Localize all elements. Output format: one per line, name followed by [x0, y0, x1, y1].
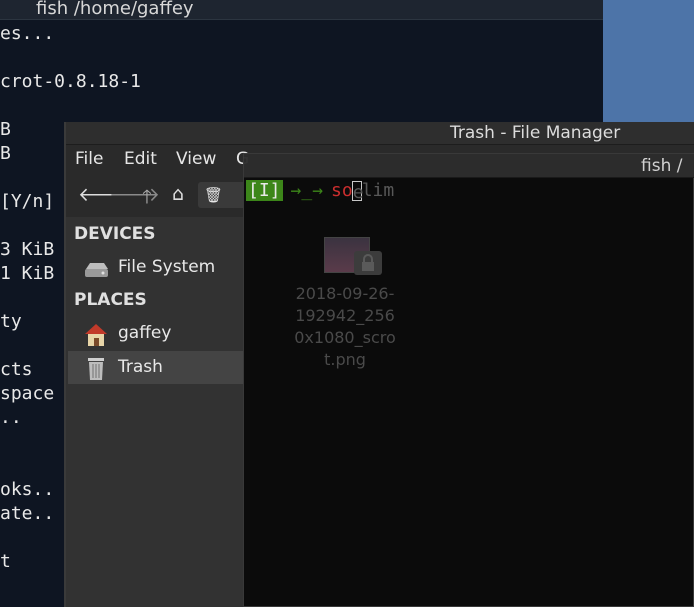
file-name: 2018-09-26- 192942_256 0x1080_scro t.png — [294, 284, 396, 369]
back-terminal-title: fish /home/gaffey — [36, 0, 194, 19]
file-item[interactable]: 2018-09-26- 192942_256 0x1080_scro t.png — [280, 237, 410, 377]
terminal-line: crot-0.8.18-1 — [0, 71, 141, 92]
terminal-line: 1 KiB — [0, 263, 55, 284]
up-arrow-icon[interactable]: 🡑 — [142, 183, 152, 215]
terminal-line: 3 KiB — [0, 239, 55, 260]
vi-mode-indicator: [I] — [246, 180, 283, 201]
terminal-line: space — [0, 383, 55, 404]
back-terminal-titlebar[interactable]: fish /home/gaffey — [0, 0, 603, 20]
home-folder-icon — [85, 324, 107, 346]
terminal-line: oks.. — [0, 479, 55, 500]
text-cursor: e — [351, 181, 364, 203]
file-manager-titlebar[interactable]: Trash - File Manager — [66, 122, 694, 145]
forward-arrow-icon[interactable]: 🡒 — [109, 183, 160, 206]
autosuggestion: lim — [361, 180, 395, 201]
sidebar-item-label: gaffey — [118, 323, 172, 343]
devices-heading: DEVICES — [74, 224, 156, 244]
terminal-line: es... — [0, 23, 55, 44]
terminal-line: ty — [0, 311, 22, 332]
sidebar: DEVICES File System PLACES gaffey Trash — [66, 217, 244, 607]
terminal-line: [Y/n] — [0, 191, 55, 212]
harddisk-icon — [85, 263, 108, 277]
menu-view[interactable]: View — [176, 149, 216, 169]
menu-edit[interactable]: Edit — [124, 149, 157, 169]
sidebar-item-gaffey[interactable]: gaffey — [68, 317, 244, 350]
terminal-line: B — [0, 143, 11, 164]
menu-file[interactable]: File — [75, 149, 103, 169]
sidebar-item-label: Trash — [118, 357, 163, 377]
places-heading: PLACES — [74, 290, 147, 310]
terminal-line: t — [0, 551, 11, 572]
front-terminal-title: fish / — [641, 156, 683, 176]
terminal-line: cts — [0, 359, 33, 380]
prompt-arrows: →_→ — [290, 180, 324, 201]
front-terminal-window[interactable]: fish / [I] →_→ soelim — [243, 153, 694, 607]
terminal-line: ate.. — [0, 503, 55, 524]
terminal-line: .. — [0, 407, 22, 428]
typed-command: so — [331, 180, 353, 201]
sidebar-item-label: File System — [118, 257, 216, 277]
front-terminal-titlebar[interactable]: fish / — [244, 154, 694, 178]
home-icon[interactable]: ⌂ — [172, 183, 184, 205]
sidebar-item-trash[interactable]: Trash — [68, 351, 244, 384]
sidebar-item-file-system[interactable]: File System — [68, 251, 244, 284]
file-manager-title: Trash - File Manager — [450, 123, 621, 143]
menu-bar: File Edit View G — [66, 146, 249, 174]
shell-prompt[interactable]: [I] →_→ soelim — [246, 180, 395, 203]
trash-icon — [88, 358, 104, 380]
lock-icon — [354, 251, 382, 275]
trash-small-icon: 🗑 — [204, 186, 224, 204]
terminal-line: B — [0, 119, 11, 140]
